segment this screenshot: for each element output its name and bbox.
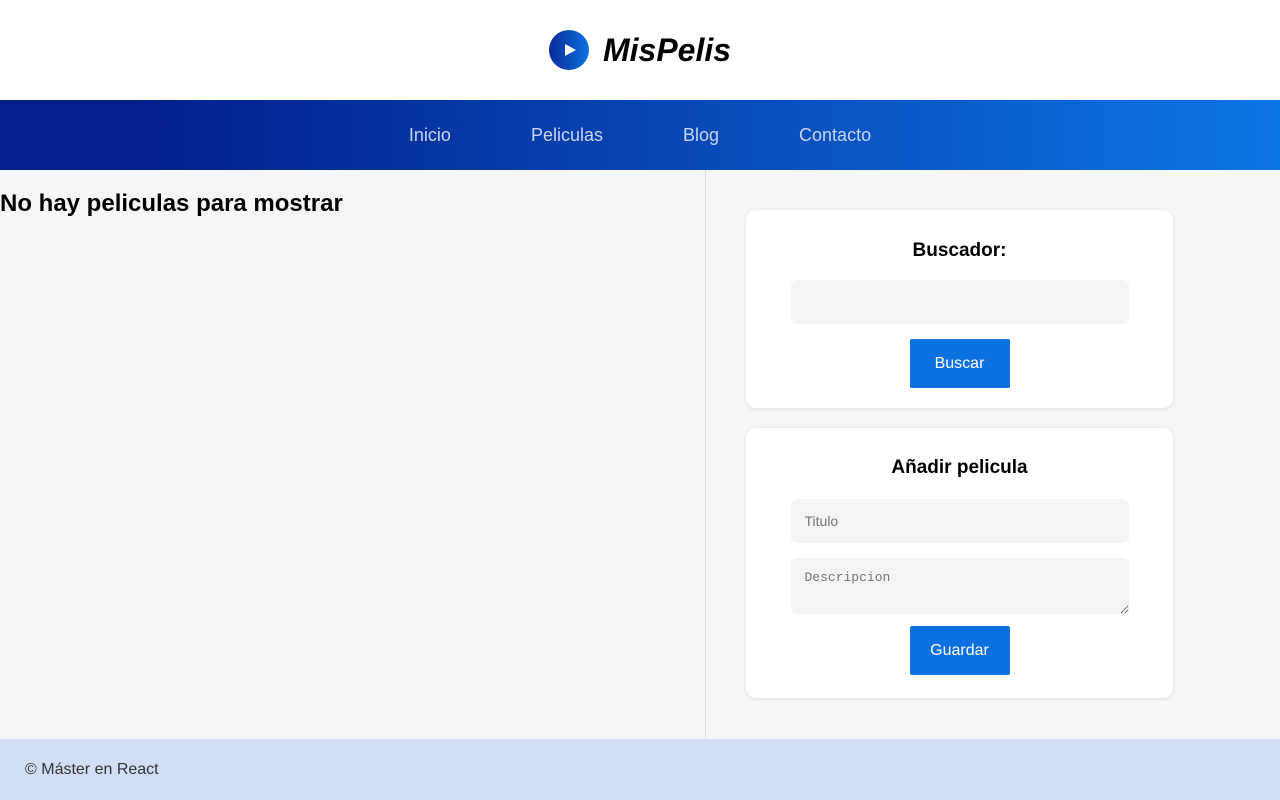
main-nav: Inicio Peliculas Blog Contacto [0,100,1280,170]
brand-logo[interactable]: MisPelis [603,32,731,69]
footer-text: © Máster en React [25,760,159,778]
nav-contacto[interactable]: Contacto [799,125,871,146]
search-input[interactable] [790,280,1129,324]
search-title: Buscador: [912,240,1007,261]
nav-blog[interactable]: Blog [683,125,719,146]
movie-list: No hay peliculas para mostrar [0,170,706,739]
empty-message: No hay peliculas para mostrar [0,190,343,217]
add-movie-title: Añadir pelicula [891,457,1028,478]
save-button[interactable]: Guardar [909,626,1010,675]
nav-peliculas[interactable]: Peliculas [531,125,603,146]
title-input[interactable] [790,499,1129,543]
search-button[interactable]: Buscar [909,339,1010,388]
add-movie-card: Añadir pelicula Guardar [746,428,1173,698]
header: MisPelis [0,0,1280,100]
description-textarea[interactable] [790,558,1129,614]
play-logo-icon [548,30,589,70]
nav-inicio[interactable]: Inicio [409,125,451,146]
footer: © Máster en React [0,739,1280,800]
search-card: Buscador: Buscar [746,210,1173,408]
